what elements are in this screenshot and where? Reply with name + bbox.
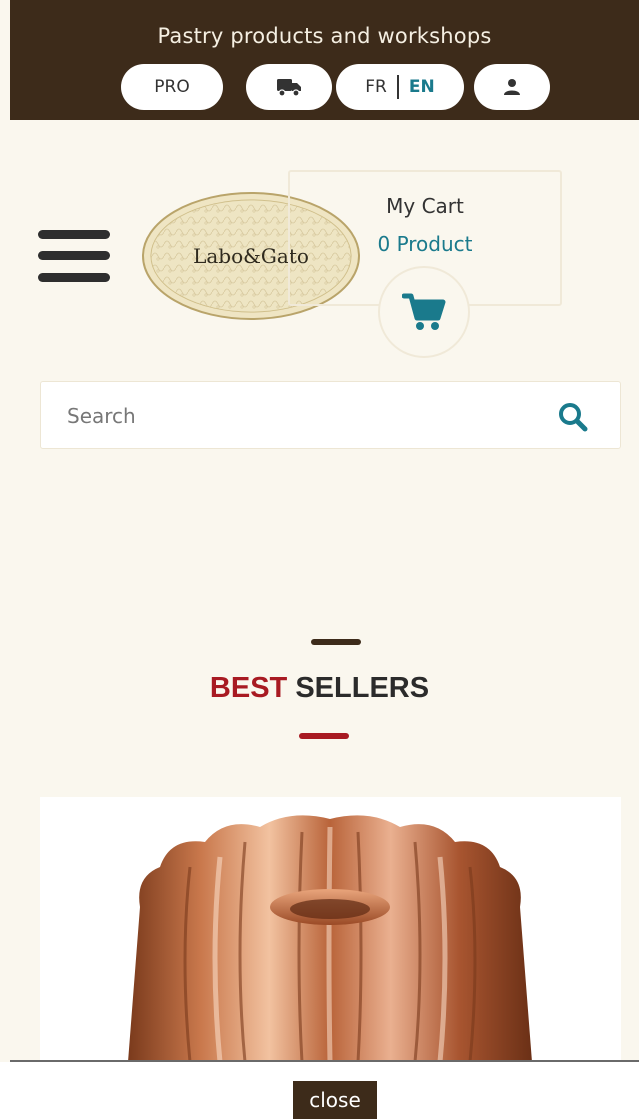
tagline: Pastry products and workshops [157, 24, 492, 48]
user-icon [504, 79, 520, 95]
cart-icon [402, 293, 446, 330]
search-bar [40, 381, 621, 449]
lang-en-link[interactable]: EN [409, 77, 435, 97]
product-image[interactable] [40, 797, 621, 1062]
cart-button[interactable] [378, 266, 470, 358]
pro-button[interactable]: PRO [121, 64, 223, 110]
top-bar: Pastry products and workshops PRO FR EN [10, 0, 639, 120]
lang-separator [396, 75, 399, 99]
best-sellers-heading: BEST SELLERS [0, 672, 639, 705]
truck-icon [277, 79, 301, 97]
hamburger-menu-icon[interactable] [38, 230, 110, 286]
account-button[interactable] [474, 64, 550, 110]
language-switcher: FR EN [336, 64, 464, 110]
heading-word-sellers: SELLERS [295, 672, 430, 704]
search-input[interactable] [67, 396, 527, 436]
heading-divider-bottom [299, 733, 349, 739]
product-card[interactable] [40, 797, 621, 1062]
close-button[interactable]: close [293, 1081, 377, 1119]
heading-divider-top [311, 639, 361, 645]
lang-fr-link[interactable]: FR [365, 77, 387, 97]
search-icon[interactable] [558, 402, 588, 432]
heading-word-best: BEST [209, 672, 288, 704]
delivery-button[interactable] [246, 64, 332, 110]
cart-count[interactable]: 0 Product [290, 232, 560, 256]
cart-title: My Cart [386, 194, 464, 218]
